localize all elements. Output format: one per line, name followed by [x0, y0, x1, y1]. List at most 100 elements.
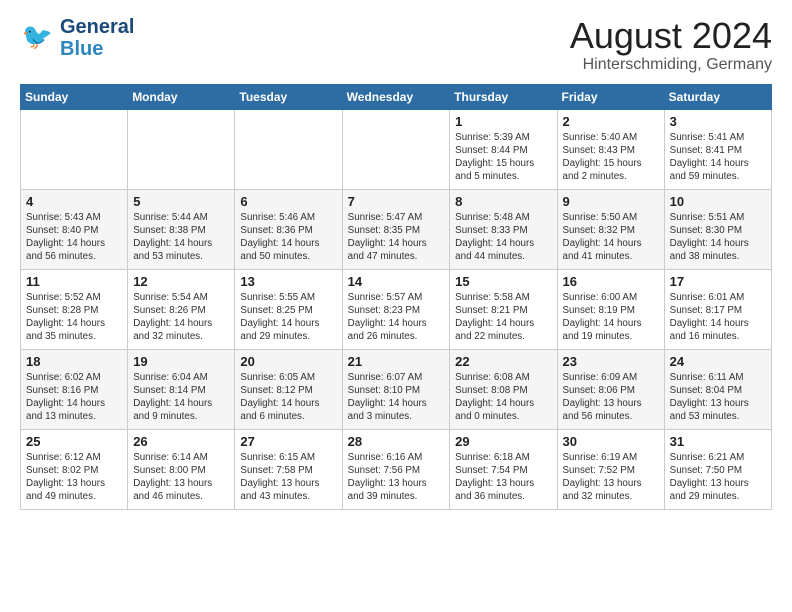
daylight-text: Daylight: 13 hours and 29 minutes. — [670, 478, 749, 502]
table-row: 22 Sunrise: 6:08 AM Sunset: 8:08 PM Dayligh… — [450, 349, 557, 429]
day-info: Sunrise: 5:43 AMSunset: 8:40 PMDaylight:… — [26, 211, 122, 264]
sunrise-text: Sunrise: 5:47 AM — [348, 212, 423, 223]
table-row: 2Sunrise: 5:40 AMSunset: 8:43 PMDaylight… — [557, 109, 664, 189]
day-number: 30 — [563, 434, 659, 449]
col-thursday: Thursday — [450, 84, 557, 109]
day-number: 31 — [670, 434, 766, 449]
day-number: 5 — [133, 194, 229, 209]
sunset-text: Sunset: 8:44 PM — [455, 145, 527, 156]
col-saturday: Saturday — [664, 84, 771, 109]
day-number: 7 — [348, 194, 445, 209]
daylight-text: Daylight: 15 hours and 5 minutes. — [455, 158, 534, 182]
calendar-header: Sunday Monday Tuesday Wednesday Thursday… — [21, 84, 772, 109]
day-info: Sunrise: 6:21 AMSunset: 7:50 PMDaylight:… — [670, 451, 766, 504]
day-number: 10 — [670, 194, 766, 209]
sunrise-text: Sunrise: 6:07 AM — [348, 372, 423, 383]
sunrise-text: Sunrise: 6:01 AM — [670, 292, 745, 303]
sunset-text: Sunset: 8:33 PM — [455, 225, 527, 236]
day-number: 13 — [240, 274, 336, 289]
sunset-text: Sunset: 8:08 PM — [455, 385, 527, 396]
sunrise-text: Sunrise: 6:04 AM — [133, 372, 208, 383]
table-row: 15Sunrise: 5:58 AMSunset: 8:21 PMDayligh… — [450, 269, 557, 349]
day-info: Sunrise: 5:48 AMSunset: 8:33 PMDaylight:… — [455, 211, 551, 264]
sunrise-text: Sunrise: 6:09 AM — [563, 372, 638, 383]
day-info: Sunrise: 6:19 AMSunset: 7:52 PMDaylight:… — [563, 451, 659, 504]
day-number: 20 — [240, 354, 336, 369]
sunrise-text: Sunrise: 5:54 AM — [133, 292, 208, 303]
sunrise-text: Sunrise: 6:08 AM — [455, 372, 530, 383]
logo-bird-icon: 🐦 — [20, 20, 56, 56]
sunset-text: Sunset: 8:06 PM — [563, 385, 635, 396]
sunset-text: Sunset: 8:14 PM — [133, 385, 205, 396]
daylight-text: Daylight: 14 hours and 9 minutes. — [133, 398, 212, 422]
table-row: 1Sunrise: 5:39 AMSunset: 8:44 PMDaylight… — [450, 109, 557, 189]
sunset-text: Sunset: 8:21 PM — [455, 305, 527, 316]
daylight-text: Daylight: 14 hours and 38 minutes. — [670, 238, 749, 262]
table-row: 3 Sunrise: 5:41 AMSunset: 8:41 PMDaylight… — [664, 109, 771, 189]
sunrise-text: Sunrise: 5:58 AM — [455, 292, 530, 303]
day-number: 12 — [133, 274, 229, 289]
daylight-text: Daylight: 14 hours and 41 minutes. — [563, 238, 642, 262]
sunset-text: Sunset: 8:43 PM — [563, 145, 635, 156]
calendar-table: Sunday Monday Tuesday Wednesday Thursday… — [20, 84, 772, 510]
day-info: Sunrise: 6:18 AMSunset: 7:54 PMDaylight:… — [455, 451, 551, 504]
table-row: 27Sunrise: 6:15 AMSunset: 7:58 PMDayligh… — [235, 429, 342, 509]
daylight-text: Daylight: 14 hours and 6 minutes. — [240, 398, 319, 422]
table-row: 16Sunrise: 6:00 AMSunset: 8:19 PMDayligh… — [557, 269, 664, 349]
sunset-text: Sunset: 8:23 PM — [348, 305, 420, 316]
table-row: 28Sunrise: 6:16 AMSunset: 7:56 PMDayligh… — [342, 429, 450, 509]
day-info: Sunrise: 6:09 AMSunset: 8:06 PMDaylight:… — [563, 371, 659, 424]
sunset-text: Sunset: 8:02 PM — [26, 465, 98, 476]
sunset-text: Sunset: 8:25 PM — [240, 305, 312, 316]
day-number: 22 — [455, 354, 551, 369]
sunset-text: Sunset: 8:12 PM — [240, 385, 312, 396]
day-info: Sunrise: 5:47 AMSunset: 8:35 PMDaylight:… — [348, 211, 445, 264]
header: 🐦 General Blue August 2024 Hinterschmidi… — [20, 16, 772, 74]
day-info: Sunrise: 6:04 AM Sunset: 8:14 PM Daylight:… — [133, 371, 229, 424]
daylight-text: Daylight: 14 hours and 59 minutes. — [670, 158, 749, 182]
table-row: 17Sunrise: 6:01 AMSunset: 8:17 PMDayligh… — [664, 269, 771, 349]
sunrise-text: Sunrise: 6:18 AM — [455, 452, 530, 463]
col-monday: Monday — [128, 84, 235, 109]
table-row: 8Sunrise: 5:48 AMSunset: 8:33 PMDaylight… — [450, 189, 557, 269]
table-row: 6Sunrise: 5:46 AMSunset: 8:36 PMDaylight… — [235, 189, 342, 269]
day-info: Sunrise: 6:01 AMSunset: 8:17 PMDaylight:… — [670, 291, 766, 344]
day-number: 2 — [563, 114, 659, 129]
sunrise-text: Sunrise: 5:40 AM — [563, 132, 638, 143]
sunrise-text: Sunrise: 5:51 AM — [670, 212, 745, 223]
table-row: 25Sunrise: 6:12 AMSunset: 8:02 PMDayligh… — [21, 429, 128, 509]
daylight-text: Daylight: 14 hours and 35 minutes. — [26, 318, 105, 342]
sunset-text: Sunset: 8:32 PM — [563, 225, 635, 236]
day-number: 19 — [133, 354, 229, 369]
day-number: 15 — [455, 274, 551, 289]
table-row — [21, 109, 128, 189]
daylight-text: Daylight: 13 hours and 32 minutes. — [563, 478, 642, 502]
day-number: 3 — [670, 114, 766, 129]
daylight-text: Daylight: 14 hours and 13 minutes. — [26, 398, 105, 422]
table-row: 20Sunrise: 6:05 AMSunset: 8:12 PMDayligh… — [235, 349, 342, 429]
table-row — [342, 109, 450, 189]
sunset-text: Sunset: 7:52 PM — [563, 465, 635, 476]
day-info: Sunrise: 6:08 AM Sunset: 8:08 PM Daylight:… — [455, 371, 551, 424]
daylight-text: Daylight: 14 hours and 0 minutes. — [455, 398, 534, 422]
table-row: 21Sunrise: 6:07 AMSunset: 8:10 PMDayligh… — [342, 349, 450, 429]
day-info: Sunrise: 6:14 AMSunset: 8:00 PMDaylight:… — [133, 451, 229, 504]
day-number: 6 — [240, 194, 336, 209]
day-number: 14 — [348, 274, 445, 289]
logo: 🐦 General Blue — [20, 16, 134, 60]
day-info: Sunrise: 5:41 AMSunset: 8:41 PMDaylight:… — [670, 131, 766, 184]
day-info: Sunrise: 5:57 AMSunset: 8:23 PMDaylight:… — [348, 291, 445, 344]
sunset-text: Sunset: 8:00 PM — [133, 465, 205, 476]
sunset-text: Sunset: 7:56 PM — [348, 465, 420, 476]
table-row: 7 Sunrise: 5:47 AMSunset: 8:35 PMDaylight… — [342, 189, 450, 269]
table-row: 24Sunrise: 6:11 AMSunset: 8:04 PMDayligh… — [664, 349, 771, 429]
table-row: 10Sunrise: 5:51 AMSunset: 8:30 PMDayligh… — [664, 189, 771, 269]
day-number: 9 — [563, 194, 659, 209]
col-tuesday: Tuesday — [235, 84, 342, 109]
day-number: 18 — [26, 354, 122, 369]
daylight-text: Daylight: 13 hours and 43 minutes. — [240, 478, 319, 502]
day-number: 4 — [26, 194, 122, 209]
day-info: Sunrise: 6:02 AMSunset: 8:16 PMDaylight:… — [26, 371, 122, 424]
sunset-text: Sunset: 8:04 PM — [670, 385, 742, 396]
day-info: Sunrise: 6:12 AMSunset: 8:02 PMDaylight:… — [26, 451, 122, 504]
